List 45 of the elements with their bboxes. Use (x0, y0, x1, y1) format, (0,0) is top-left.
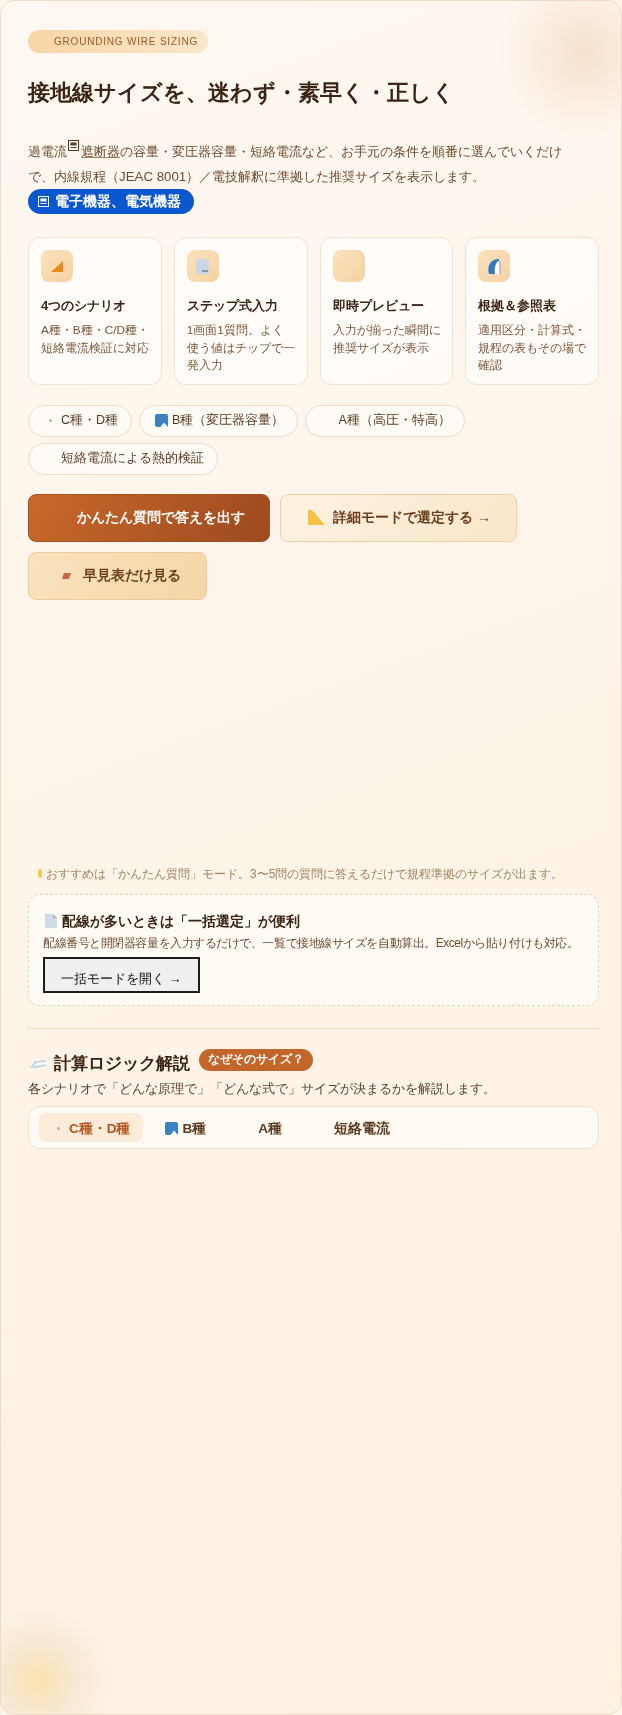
bulk-description: 配線番号と開閉器容量を入力するだけで、一覧で接地線サイズを自動算出。Excelから貼り付けも対応。 (43, 934, 580, 952)
blank-tile-icon (332, 250, 365, 282)
page-title: 接地線サイズを、迷わず・素早く・正しく (28, 79, 456, 107)
logic-subtitle: 各シナリオで「どんな原理で」「どんな式で」サイズが決まるかを解説します。 (28, 1080, 497, 1098)
scenario-tab[interactable]: 短絡電流 (304, 1112, 402, 1142)
triangle-icon (308, 510, 324, 525)
intro-text: 過電流 遮断器の容量・変圧器容量・短絡電流など、お手元の条件を順番に選んでいくだけで、内線規程（JEAC 8001）／電技解釈に準拠した推奨サイズを表示します。 (28, 139, 584, 189)
feature-title: ステップ式入力 (186, 297, 279, 315)
tertiary-button[interactable]: 早見表だけ見る (28, 551, 207, 600)
window-icon (68, 140, 79, 151)
scenario-tab[interactable]: B種 (152, 1112, 219, 1142)
tooltip-text: 電子機器、電気機器 (55, 192, 181, 211)
scenario-tab[interactable]: A種 (228, 1112, 294, 1142)
bulk-mode-button[interactable]: 一括モードを開く → (43, 956, 200, 993)
scenario-tab[interactable]: C種・D種 (39, 1112, 143, 1142)
scenario-chip[interactable]: C種・D種 (28, 404, 133, 437)
book-icon (478, 250, 511, 282)
feature-description: A種・B種・C/D種・短絡電流検証に対応 (41, 322, 150, 357)
primary-button[interactable]: かんたん質問で答えを出す (28, 493, 270, 542)
feature-description: 適用区分・計算式・規程の表もその場で確認 (478, 322, 587, 374)
feature-title: 根拠＆参照表 (478, 297, 558, 315)
scenario-chip[interactable]: A種（高圧・特高） (305, 404, 465, 437)
feature-title: 4つのシナリオ (41, 297, 128, 315)
logic-title: 計算ロジック解説 (54, 1052, 190, 1075)
document-icon (186, 250, 219, 282)
bookmark-icon (165, 1122, 178, 1135)
feature-description: 1画面1質問。よく使う値はチップで一発入力 (186, 322, 296, 374)
dot-icon (56, 1127, 60, 1130)
secondary-button[interactable]: 詳細モードで選定する → (280, 493, 517, 542)
bookmark-icon (154, 414, 168, 427)
feature-description: 入力が揃った瞬間に推奨サイズが表示 (332, 322, 442, 357)
bulk-title: 配線が多いときは「一括選定」が便利 (62, 912, 300, 931)
scenario-chip[interactable]: B種（変圧器容量） (139, 404, 299, 437)
drop-icon (38, 869, 42, 878)
feature-title: 即時プレビュー (332, 297, 425, 315)
why-badge: なぜそのサイズ？ (199, 1048, 313, 1071)
page-icon (45, 914, 57, 928)
scenario-chip[interactable]: 短絡電流による熱的検証 (28, 442, 218, 475)
dot-icon (48, 419, 52, 422)
marker-icon (61, 572, 71, 579)
term-link[interactable]: 遮断器 (81, 144, 120, 159)
window-icon (38, 196, 49, 207)
eyebrow-badge: GROUNDING WIRE SIZING (28, 30, 209, 53)
pencil-icon (30, 1059, 46, 1068)
hint-text: おすすめは「かんたん質問」モード。3〜5問の質問に答えるだけで規程準拠のサイズが出ます。 (46, 865, 564, 883)
